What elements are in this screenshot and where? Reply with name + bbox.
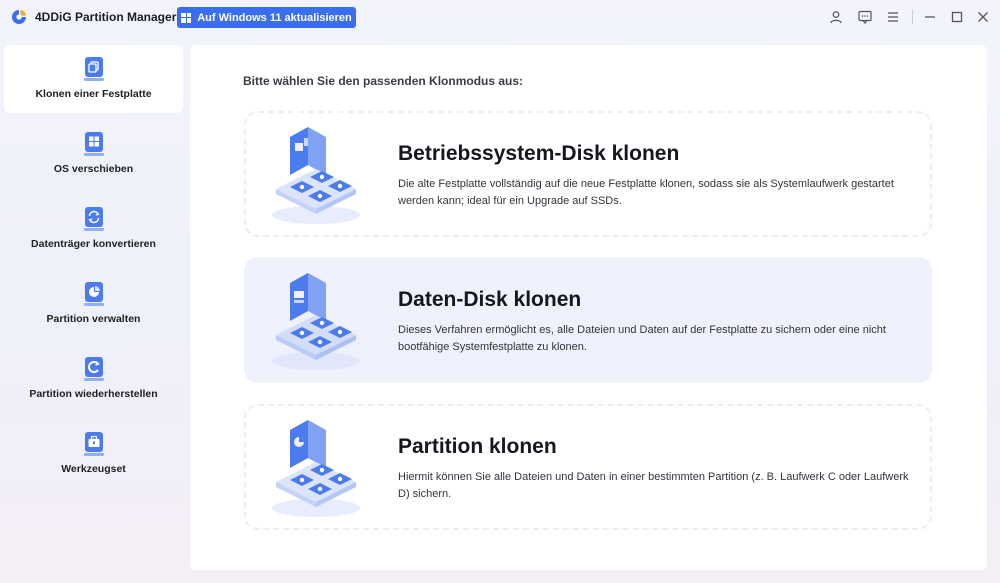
clone-mode-card-partition[interactable]: Partition klonen Hiermit können Sie alle… — [244, 404, 932, 530]
windows-os-icon — [83, 132, 104, 156]
disk-clone-icon — [83, 57, 104, 81]
menu-icon[interactable] — [884, 8, 902, 26]
title-bar: 4DDiG Partition Manager Auf Windows 11 a… — [0, 0, 1000, 34]
account-icon[interactable] — [827, 8, 845, 26]
recover-icon — [83, 357, 104, 381]
sidebar-item-convert-disk[interactable]: Datenträger konvertieren — [4, 195, 183, 263]
card-title: Partition klonen — [398, 435, 557, 458]
maximize-icon[interactable] — [948, 8, 966, 26]
card-description: Dieses Verfahren ermöglicht es, alle Dat… — [398, 324, 886, 353]
card-description: Hiermit können Sie alle Dateien und Date… — [398, 471, 909, 500]
sidebar-item-label: Partition verwalten — [46, 313, 141, 325]
os-disk-clone-illustration — [272, 127, 360, 224]
sidebar-item-label: OS verschieben — [53, 163, 134, 175]
minimize-icon[interactable] — [921, 8, 939, 26]
card-description: Die alte Festplatte vollständig auf die … — [398, 178, 894, 207]
partition-clone-illustration — [272, 420, 360, 517]
toolbox-icon — [83, 432, 104, 456]
upgrade-windows11-button[interactable]: Auf Windows 11 aktualisieren — [177, 7, 356, 28]
sidebar-item-toolset[interactable]: Werkzeugset — [4, 420, 183, 488]
close-icon[interactable] — [974, 8, 992, 26]
feedback-icon[interactable] — [856, 8, 874, 26]
titlebar-divider — [912, 10, 913, 24]
clone-mode-card-os-disk[interactable]: Betriebssystem-Disk klonen Die alte Fest… — [244, 111, 932, 237]
sidebar-item-label: Werkzeugset — [61, 463, 126, 475]
sidebar-item-partition-recover[interactable]: Partition wiederherstellen — [4, 345, 183, 413]
sidebar-item-os-migrate[interactable]: OS verschieben — [4, 120, 183, 188]
windows-icon — [181, 12, 192, 23]
clone-mode-card-data-disk[interactable]: Daten-Disk klonen Dieses Verfahren ermög… — [244, 257, 932, 383]
upgrade-button-label: Auf Windows 11 aktualisieren — [197, 11, 352, 24]
sidebar-item-label: Partition wiederherstellen — [29, 388, 158, 400]
card-title: Daten-Disk klonen — [398, 288, 582, 311]
main-panel: Bitte wählen Sie den passenden Klonmodus… — [190, 45, 987, 570]
data-disk-clone-illustration — [272, 273, 360, 370]
sidebar-item-partition-manage[interactable]: Partition verwalten — [4, 270, 183, 338]
sidebar-item-label: Klonen einer Festplatte — [35, 88, 152, 100]
pie-partition-icon — [83, 282, 104, 306]
app-logo-icon — [12, 9, 27, 24]
card-title: Betriebssystem-Disk klonen — [398, 142, 680, 165]
convert-icon — [83, 207, 104, 231]
clone-mode-prompt: Bitte wählen Sie den passenden Klonmodus… — [243, 74, 524, 88]
app-title: 4DDiG Partition Manager — [35, 10, 177, 24]
sidebar-item-label: Datenträger konvertieren — [31, 238, 156, 250]
sidebar-item-disk-clone[interactable]: Klonen einer Festplatte — [4, 45, 183, 113]
